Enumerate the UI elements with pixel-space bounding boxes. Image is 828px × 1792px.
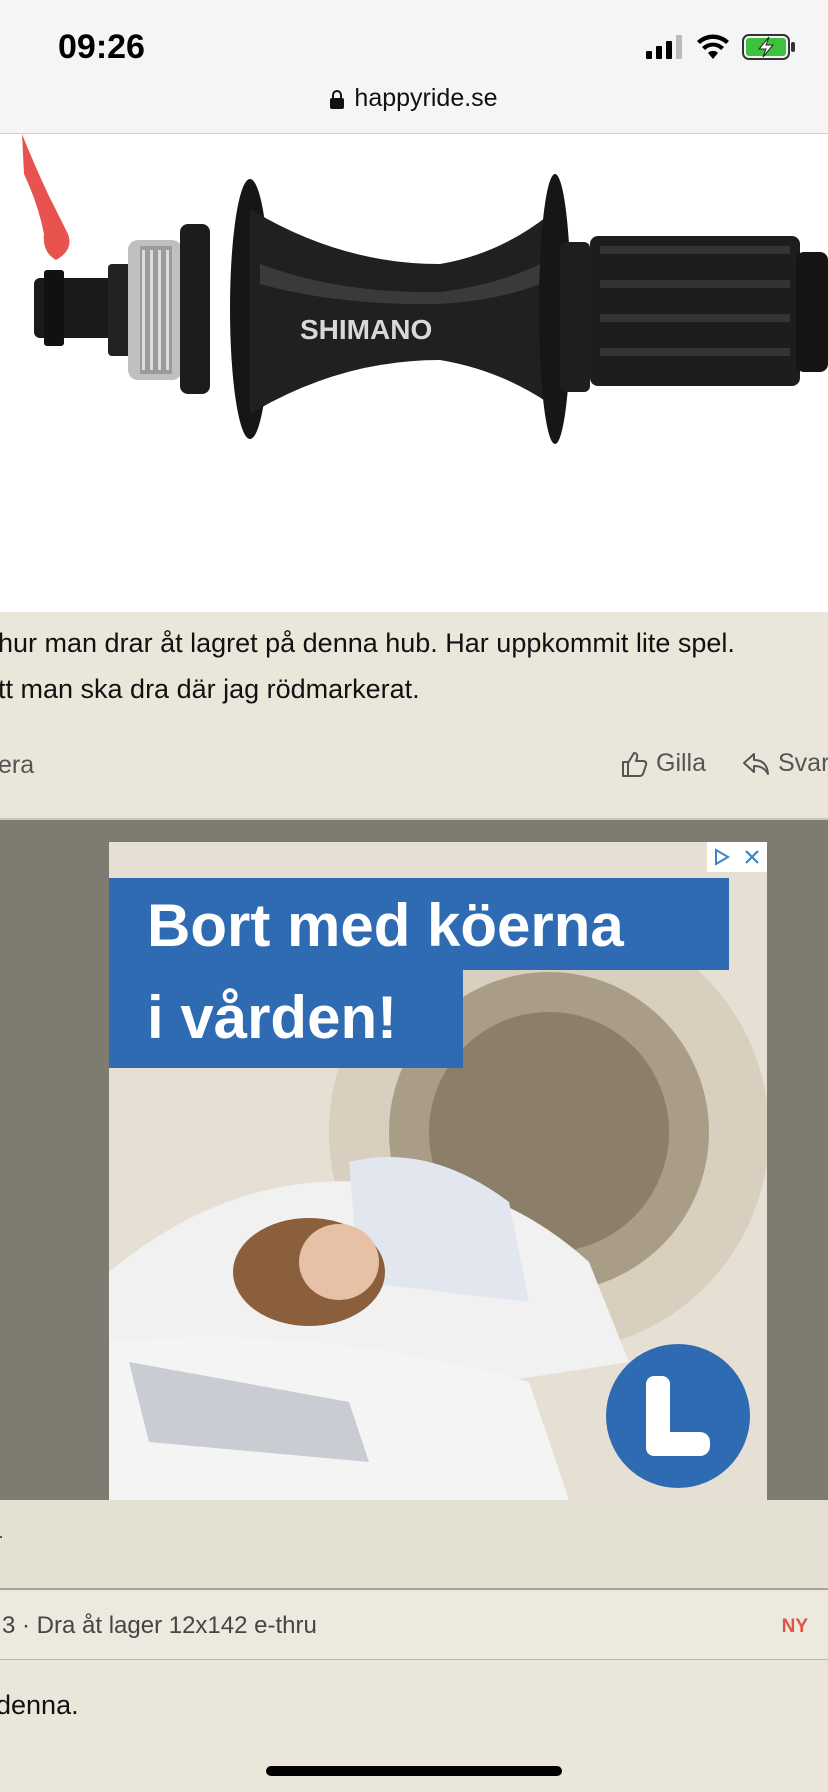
wifi-icon xyxy=(697,34,729,59)
ad-controls xyxy=(707,842,767,872)
thread-row[interactable]: 3 · Dra åt lager 12x142 e-thru NY xyxy=(0,1592,828,1660)
post-action-left[interactable]: era xyxy=(0,751,34,780)
ad-brand-logo xyxy=(606,1344,750,1488)
battery-charging-icon xyxy=(742,34,795,60)
ad-headline-line-2: i vården! xyxy=(147,984,398,1051)
cut-text-fragment xyxy=(0,1536,2,1538)
like-label: Gilla xyxy=(656,749,707,777)
ad-headline-line-1: Bort med köerna xyxy=(147,892,624,959)
status-icons xyxy=(646,34,796,60)
address-bar[interactable]: happyride.se xyxy=(0,84,828,113)
new-badge: NY xyxy=(781,1616,808,1637)
post-footer-block xyxy=(0,1500,828,1590)
reply-button[interactable]: Svar xyxy=(742,749,828,778)
reply-preview-text: denna. xyxy=(0,1690,79,1720)
ad-container: Bort med köerna i vården! xyxy=(0,818,828,1500)
close-icon[interactable] xyxy=(737,842,767,872)
post-actions: era Gilla Svar xyxy=(0,745,828,785)
url-text: happyride.se xyxy=(354,84,498,112)
thread-title: 3 · Dra åt lager 12x142 e-thru xyxy=(2,1612,317,1639)
post-line-1: hur man drar åt lagret på denna hub. Har… xyxy=(0,628,735,658)
hub-illustration: SHIMANO xyxy=(22,134,828,444)
thumbs-up-icon xyxy=(622,751,648,777)
post-line-2: tt man ska dra där jag rödmarkerat. xyxy=(0,674,420,704)
status-time: 09:26 xyxy=(58,28,145,66)
ad-headline-line-2-bg: i vården! xyxy=(109,970,463,1068)
red-marking xyxy=(22,134,70,260)
ad-banner[interactable]: Bort med köerna i vården! xyxy=(109,842,767,1500)
hub-brand-text: SHIMANO xyxy=(300,314,432,345)
lock-icon xyxy=(330,90,345,109)
ad-headline-line-1-bg: Bort med köerna xyxy=(109,878,729,970)
status-bar: 09:26 happyride.se xyxy=(0,0,828,134)
product-image[interactable]: SHIMANO xyxy=(0,134,828,612)
reply-label: Svar xyxy=(778,749,828,777)
signal-icon xyxy=(646,35,682,59)
adchoices-icon[interactable] xyxy=(707,842,737,872)
reply-arrow-icon xyxy=(743,752,769,775)
post-body: hur man drar åt lagret på denna hub. Har… xyxy=(0,620,828,712)
like-button[interactable]: Gilla xyxy=(620,749,706,778)
home-indicator[interactable] xyxy=(266,1766,562,1776)
